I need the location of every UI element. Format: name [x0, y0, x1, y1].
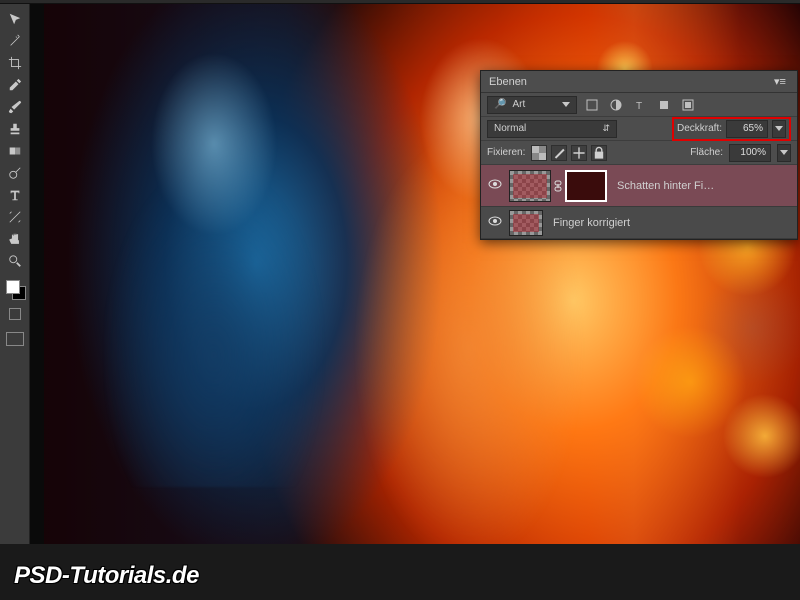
tools-toolbar	[0, 4, 30, 544]
layer-mask-thumb[interactable]	[509, 210, 543, 236]
fill-dropdown[interactable]	[777, 144, 791, 162]
path-tool[interactable]	[3, 206, 27, 228]
filter-adjust-icon[interactable]	[607, 97, 625, 113]
lock-all-icon[interactable]	[591, 145, 607, 161]
stamp-tool[interactable]	[3, 118, 27, 140]
lock-fill-row: Fixieren: Fläche:	[481, 141, 797, 165]
layer-thumb[interactable]	[565, 170, 607, 202]
blend-mode-value: Normal	[494, 123, 526, 134]
foreground-color[interactable]	[6, 280, 20, 294]
dodge-tool[interactable]	[3, 162, 27, 184]
gradient-tool[interactable]	[3, 140, 27, 162]
lock-pixels-icon[interactable]	[551, 145, 567, 161]
blend-mode-select[interactable]: Normal ⇵	[487, 120, 617, 138]
blend-opacity-row: Normal ⇵ Deckkraft:	[481, 117, 797, 141]
filter-pixel-icon[interactable]	[583, 97, 601, 113]
chevron-down-icon	[780, 150, 788, 155]
figure-left	[104, 47, 324, 487]
lock-position-icon[interactable]	[571, 145, 587, 161]
panel-tabbar: Ebenen ▾≡	[481, 71, 797, 93]
layers-list: Schatten hinter Fi… Finger korrigiert	[481, 165, 797, 239]
type-tool[interactable]	[3, 184, 27, 206]
lock-label: Fixieren:	[487, 147, 525, 158]
layer-row[interactable]: Finger korrigiert	[481, 207, 797, 239]
watermark: PSD-Tutorials.de	[14, 562, 199, 590]
hand-tool[interactable]	[3, 228, 27, 250]
opacity-label: Deckkraft:	[677, 123, 722, 134]
brush-tool[interactable]	[3, 96, 27, 118]
visibility-eye-icon[interactable]	[488, 179, 502, 192]
color-swatch[interactable]	[4, 278, 26, 300]
lock-transparency-icon[interactable]	[531, 145, 547, 161]
panel-menu-icon[interactable]: ▾≡	[771, 75, 789, 88]
fill-label: Fläche:	[690, 147, 723, 158]
layer-filter-row: 🔎Art T	[481, 93, 797, 117]
eyedropper-tool[interactable]	[3, 74, 27, 96]
layer-name[interactable]: Finger korrigiert	[543, 217, 797, 229]
mask-link-icon[interactable]	[551, 180, 565, 192]
chevron-down-icon	[775, 126, 783, 131]
layer-filter-kind[interactable]: 🔎Art	[487, 96, 577, 114]
filter-type-icon[interactable]: T	[631, 97, 649, 113]
move-tool[interactable]	[3, 8, 27, 30]
lock-buttons	[531, 145, 607, 161]
opacity-input[interactable]	[726, 120, 768, 138]
svg-text:T: T	[636, 101, 642, 111]
opacity-highlight: Deckkraft:	[672, 117, 791, 141]
fill-input[interactable]	[729, 144, 771, 162]
opacity-dropdown[interactable]	[772, 120, 786, 138]
filter-shape-icon[interactable]	[655, 97, 673, 113]
panel-title[interactable]: Ebenen	[489, 76, 527, 88]
filter-smart-icon[interactable]	[679, 97, 697, 113]
zoom-tool[interactable]	[3, 250, 27, 272]
visibility-eye-icon[interactable]	[488, 216, 502, 229]
chevron-down-icon	[562, 102, 570, 107]
layer-mask-thumb[interactable]	[509, 170, 551, 202]
layers-panel: Ebenen ▾≡ 🔎Art T Normal ⇵ Deckkraft: Fix…	[480, 70, 798, 240]
filter-kind-label: Art	[512, 99, 525, 110]
layer-name[interactable]: Schatten hinter Fi…	[607, 180, 797, 192]
wand-tool[interactable]	[3, 30, 27, 52]
crop-tool[interactable]	[3, 52, 27, 74]
screen-mode-toggle[interactable]	[6, 332, 24, 346]
quick-mask-toggle[interactable]	[4, 308, 26, 324]
layer-row[interactable]: Schatten hinter Fi…	[481, 165, 797, 207]
